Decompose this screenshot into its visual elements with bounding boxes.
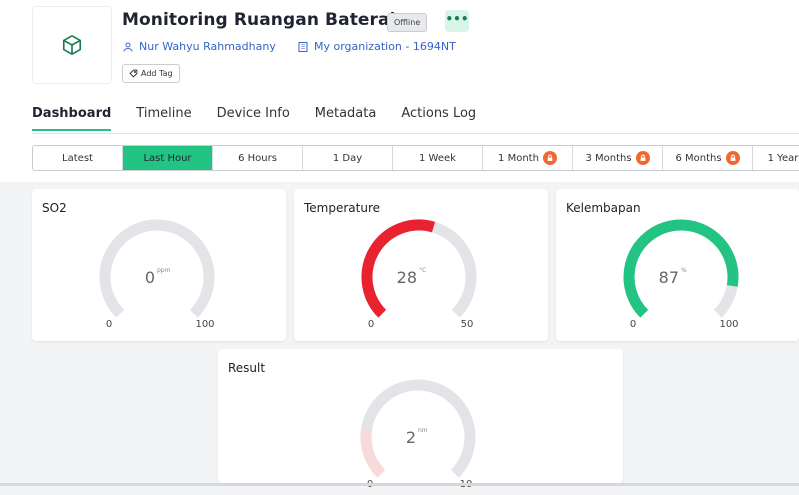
- range-1-week[interactable]: 1 Week: [393, 146, 483, 170]
- add-tag-label: Add Tag: [141, 69, 173, 78]
- gauge-unit: °C: [419, 267, 426, 274]
- range-6-hours[interactable]: 6 Hours: [213, 146, 303, 170]
- widget-title: Temperature: [304, 201, 381, 215]
- range-1-day[interactable]: 1 Day: [303, 146, 393, 170]
- device-header: Monitoring Ruangan Baterai Offline ••• N…: [0, 0, 799, 182]
- gauge-max: 100: [195, 319, 214, 330]
- tab-actions-log[interactable]: Actions Log: [401, 106, 476, 131]
- widget-kelembapan[interactable]: Kelembapan 87 % 0 100: [556, 189, 799, 341]
- tab-dashboard[interactable]: Dashboard: [32, 106, 112, 131]
- range-label: 3 Months: [585, 152, 632, 164]
- gauge-temperature: 28 °C 0 50: [361, 219, 477, 330]
- range-1-year[interactable]: 1 Year: [753, 146, 799, 170]
- page-title: Monitoring Ruangan Baterai: [122, 10, 396, 30]
- gauge-value: 0: [145, 268, 155, 287]
- gauge-max: 50: [461, 319, 474, 330]
- range-1-month[interactable]: 1 Month: [483, 146, 573, 170]
- gauge-fill: [360, 428, 386, 478]
- gauge-so2: 0 ppm 0 100: [99, 219, 215, 330]
- time-range-selector: Latest Last Hour 6 Hours 1 Day 1 Week 1 …: [32, 145, 799, 171]
- lock-icon: [725, 151, 740, 165]
- gauge-kelembapan: 87 % 0 100: [623, 219, 739, 330]
- lock-icon: [542, 151, 557, 165]
- range-label: 1 Day: [332, 152, 363, 164]
- range-3-months[interactable]: 3 Months: [573, 146, 663, 170]
- add-tag-button[interactable]: Add Tag: [122, 64, 180, 83]
- owner-name: Nur Wahyu Rahmadhany: [139, 40, 276, 53]
- gauge-max: 100: [719, 319, 738, 330]
- gauge-min: 0: [106, 319, 112, 330]
- gauge-value: 28: [397, 268, 417, 287]
- range-label: 1 Week: [419, 152, 456, 164]
- range-6-months[interactable]: 6 Months: [663, 146, 753, 170]
- lock-icon: [635, 151, 650, 165]
- tab-divider: [32, 133, 799, 134]
- cube-icon: [62, 35, 82, 55]
- tag-icon: [129, 69, 138, 78]
- widget-title: SO2: [42, 201, 67, 215]
- range-last-hour[interactable]: Last Hour: [123, 146, 213, 170]
- gauge-min: 0: [630, 319, 636, 330]
- range-label: 6 Months: [675, 152, 722, 164]
- user-icon: [123, 42, 133, 52]
- range-label: Last Hour: [143, 152, 192, 164]
- tab-bar: Dashboard Timeline Device Info Metadata …: [32, 106, 501, 131]
- building-icon: [298, 41, 308, 52]
- range-label: 1 Year: [767, 152, 799, 164]
- widget-title: Kelembapan: [566, 201, 641, 215]
- organization-link[interactable]: My organization - 1694NT: [297, 40, 456, 53]
- widget-result[interactable]: Result 2 nm 0 10: [218, 349, 623, 490]
- gauge-unit: %: [681, 267, 687, 274]
- tab-metadata[interactable]: Metadata: [315, 106, 377, 131]
- tab-device-info[interactable]: Device Info: [217, 106, 290, 131]
- gauge-unit: ppm: [157, 267, 171, 274]
- widget-so2[interactable]: SO2 0 ppm 0 100: [32, 189, 286, 341]
- gauge-result: 2 nm 0 10: [360, 379, 476, 490]
- status-badge: Offline: [387, 13, 428, 32]
- tab-timeline[interactable]: Timeline: [136, 106, 191, 131]
- gauge-value: 87: [659, 268, 679, 287]
- owner-link[interactable]: Nur Wahyu Rahmadhany: [122, 40, 276, 53]
- range-label: 1 Month: [498, 152, 539, 164]
- range-label: Latest: [62, 152, 93, 164]
- more-options-button[interactable]: •••: [445, 10, 469, 32]
- range-latest[interactable]: Latest: [33, 146, 123, 170]
- organization-name: My organization - 1694NT: [314, 40, 456, 53]
- device-thumbnail: [32, 6, 112, 84]
- gauge-min: 0: [368, 319, 374, 330]
- gauge-unit: nm: [418, 427, 428, 434]
- range-label: 6 Hours: [238, 152, 277, 164]
- widget-temperature[interactable]: Temperature 28 °C 0 50: [294, 189, 548, 341]
- gauge-value: 2: [406, 428, 416, 447]
- widget-title: Result: [228, 361, 266, 375]
